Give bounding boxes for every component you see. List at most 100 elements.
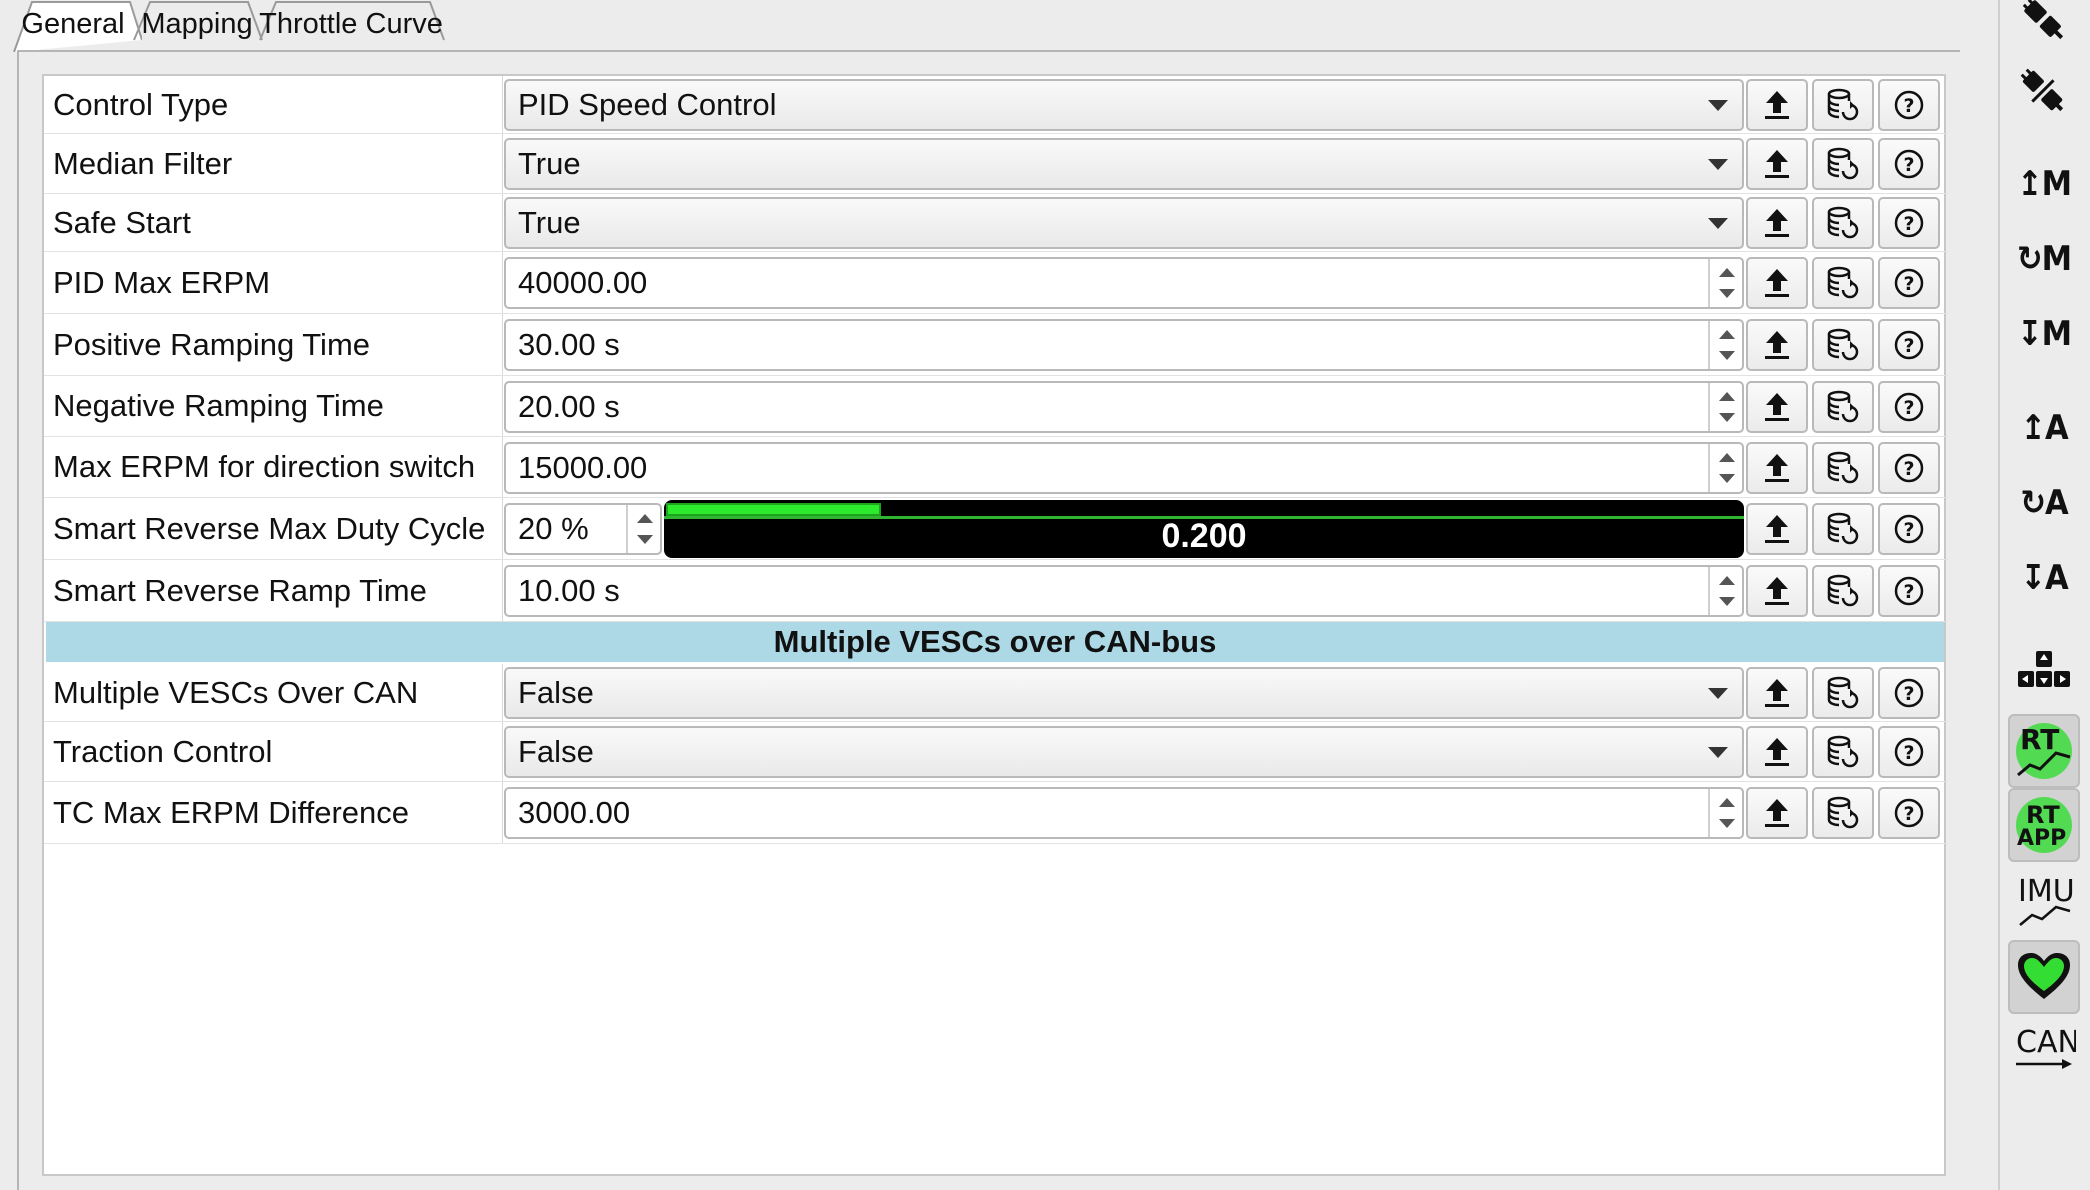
upload-button[interactable] [1746, 319, 1808, 371]
negative-ramping-time-input[interactable]: 20.00 s [504, 381, 1744, 433]
help-button[interactable]: ? [1878, 726, 1940, 778]
spin-buttons[interactable] [1708, 383, 1742, 431]
upload-button[interactable] [1746, 257, 1808, 309]
can-forward-button[interactable]: CAN [2008, 1008, 2080, 1088]
database-reload-icon [1826, 676, 1860, 710]
traction-control-select[interactable]: False [504, 726, 1744, 778]
help-icon: ? [1893, 391, 1925, 423]
upload-button[interactable] [1746, 138, 1808, 190]
upload-button[interactable] [1746, 787, 1808, 839]
spin-down-icon[interactable] [1719, 413, 1735, 422]
database-reload-button[interactable] [1812, 565, 1874, 617]
imu-data-button[interactable]: IMU [2008, 864, 2080, 938]
tab-general[interactable]: General [12, 0, 142, 52]
spin-up-icon[interactable] [1719, 330, 1735, 339]
spin-up-icon[interactable] [1719, 576, 1735, 585]
spin-up-icon[interactable] [1719, 268, 1735, 277]
spin-up-icon[interactable] [637, 514, 653, 523]
help-button[interactable]: ? [1878, 565, 1940, 617]
database-reload-button[interactable] [1812, 503, 1874, 555]
spin-up-icon[interactable] [1719, 392, 1735, 401]
upload-button[interactable] [1746, 667, 1808, 719]
database-reload-button[interactable] [1812, 138, 1874, 190]
upload-button[interactable] [1746, 79, 1808, 131]
spin-up-icon[interactable] [1719, 453, 1735, 462]
tab-throttle-curve[interactable]: Throttle Curve [258, 0, 445, 52]
spin-buttons[interactable] [1708, 444, 1742, 492]
select-value: False [518, 734, 594, 769]
help-button[interactable]: ? [1878, 138, 1940, 190]
median-filter-select[interactable]: True [504, 138, 1744, 190]
database-reload-button[interactable] [1812, 319, 1874, 371]
smart-reverse-duty-input[interactable]: 20 % [504, 503, 662, 555]
spin-buttons[interactable] [1708, 789, 1742, 837]
positive-ramping-time-input[interactable]: 30.00 s [504, 319, 1744, 371]
upload-button[interactable] [1746, 442, 1808, 494]
help-button[interactable]: ? [1878, 667, 1940, 719]
control-type-select[interactable]: PID Speed Control [504, 79, 1744, 131]
spin-up-icon[interactable] [1719, 798, 1735, 807]
spin-down-icon[interactable] [1719, 474, 1735, 483]
help-button[interactable]: ? [1878, 442, 1940, 494]
database-reload-button[interactable] [1812, 667, 1874, 719]
keyboard-control-button[interactable] [2008, 635, 2080, 703]
rt-app-data-button[interactable]: RT APP [2008, 788, 2080, 862]
row-label: Negative Ramping Time [53, 388, 384, 423]
help-button[interactable]: ? [1878, 197, 1940, 249]
help-icon: ? [1893, 677, 1925, 709]
read-default-app-config-button[interactable]: ↧A [2008, 544, 2080, 612]
spin-down-icon[interactable] [1719, 819, 1735, 828]
input-value: 40000.00 [518, 265, 648, 300]
spin-down-icon[interactable] [1719, 289, 1735, 298]
spin-buttons[interactable] [1708, 567, 1742, 615]
write-motor-config-button[interactable]: ↥M [2008, 150, 2080, 218]
row-label: Median Filter [53, 145, 233, 181]
svg-text:?: ? [1903, 397, 1914, 419]
upload-button[interactable] [1746, 565, 1808, 617]
read-app-config-button[interactable]: ↻A [2008, 469, 2080, 537]
help-icon: ? [1893, 329, 1925, 361]
read-default-motor-config-button[interactable]: ↧M [2008, 300, 2080, 368]
spin-down-icon[interactable] [1719, 597, 1735, 606]
upload-button[interactable] [1746, 726, 1808, 778]
help-button[interactable]: ? [1878, 787, 1940, 839]
spin-buttons[interactable] [1708, 259, 1742, 307]
write-app-config-button[interactable]: ↥A [2008, 394, 2080, 462]
max-erpm-direction-switch-input[interactable]: 15000.00 [504, 442, 1744, 494]
help-button[interactable]: ? [1878, 381, 1940, 433]
svg-text:IMU: IMU [2018, 874, 2075, 909]
select-value: False [518, 675, 594, 710]
safe-start-select[interactable]: True [504, 197, 1744, 249]
spin-buttons[interactable] [626, 505, 660, 553]
help-button[interactable]: ? [1878, 257, 1940, 309]
multiple-vescs-can-select[interactable]: False [504, 667, 1744, 719]
pid-max-erpm-input[interactable]: 40000.00 [504, 257, 1744, 309]
tc-max-erpm-difference-input[interactable]: 3000.00 [504, 787, 1744, 839]
database-reload-button[interactable] [1812, 79, 1874, 131]
help-button[interactable]: ? [1878, 319, 1940, 371]
upload-button[interactable] [1746, 381, 1808, 433]
read-motor-config-button[interactable]: ↻M [2008, 225, 2080, 293]
heartbeat-button[interactable] [2008, 940, 2080, 1014]
help-icon: ? [1893, 736, 1925, 768]
connect-button[interactable] [2008, 0, 2080, 54]
database-reload-button[interactable] [1812, 381, 1874, 433]
database-reload-button[interactable] [1812, 257, 1874, 309]
upload-button[interactable] [1746, 197, 1808, 249]
upload-button[interactable] [1746, 503, 1808, 555]
database-reload-button[interactable] [1812, 197, 1874, 249]
help-button[interactable]: ? [1878, 79, 1940, 131]
chevron-down-icon [1708, 747, 1728, 758]
tab-mapping[interactable]: Mapping [132, 0, 263, 52]
spin-down-icon[interactable] [1719, 351, 1735, 360]
help-button[interactable]: ? [1878, 503, 1940, 555]
spin-down-icon[interactable] [637, 535, 653, 544]
config-table[interactable]: Control Type PID Speed Control Median Fi… [42, 74, 1948, 1176]
rt-data-button[interactable]: RT [2008, 714, 2080, 788]
database-reload-button[interactable] [1812, 787, 1874, 839]
database-reload-button[interactable] [1812, 442, 1874, 494]
database-reload-button[interactable] [1812, 726, 1874, 778]
spin-buttons[interactable] [1708, 321, 1742, 369]
smart-reverse-ramp-time-input[interactable]: 10.00 s [504, 565, 1744, 617]
disconnect-button[interactable] [2008, 58, 2080, 126]
